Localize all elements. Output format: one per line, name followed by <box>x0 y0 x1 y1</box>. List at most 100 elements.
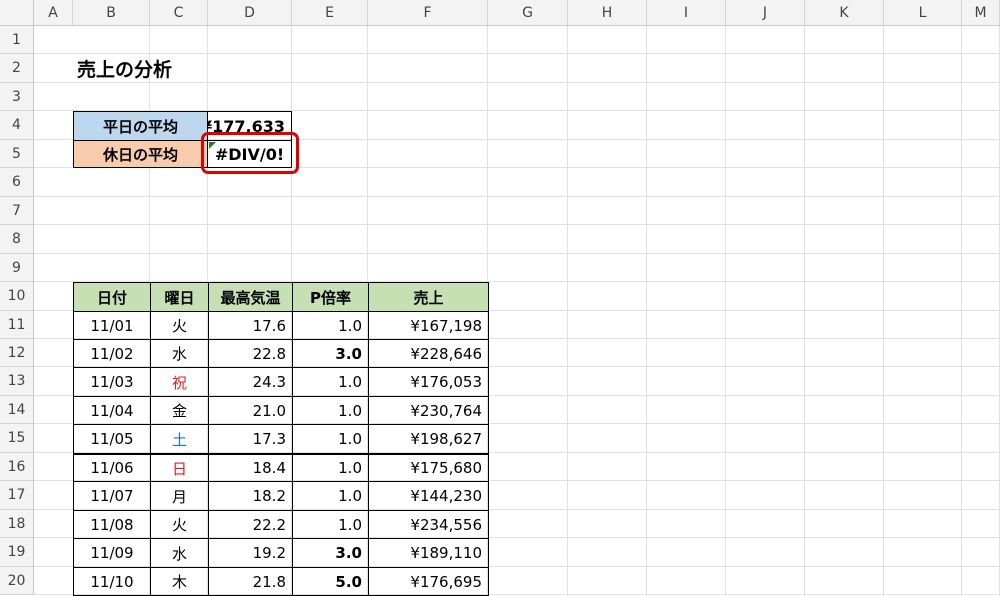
table-header-point-rate[interactable]: P倍率 <box>292 282 369 312</box>
row-header-6[interactable]: 6 <box>0 168 34 197</box>
table-cell-date[interactable]: 11/08 <box>73 510 151 539</box>
table-cell-point-rate[interactable]: 3.0 <box>292 538 369 568</box>
row-header-4[interactable]: 4 <box>0 111 34 140</box>
table-cell-weekday[interactable]: 水 <box>150 339 209 368</box>
table-cell-sales[interactable]: ¥176,695 <box>368 567 489 596</box>
row-header-13[interactable]: 13 <box>0 367 34 396</box>
column-header-H[interactable]: H <box>568 0 647 26</box>
table-cell-weekday[interactable]: 水 <box>150 538 209 568</box>
table-cell-max-temp[interactable]: 21.0 <box>208 396 293 425</box>
row-header-5[interactable]: 5 <box>0 140 34 168</box>
table-cell-weekday[interactable]: 火 <box>150 311 209 340</box>
table-cell-weekday[interactable]: 土 <box>150 424 209 454</box>
select-all-corner[interactable] <box>0 0 34 26</box>
table-cell-weekday[interactable]: 日 <box>150 453 209 482</box>
table-cell-date[interactable]: 11/10 <box>73 567 151 596</box>
table-cell-sales[interactable]: ¥230,764 <box>368 396 489 425</box>
row-header-11[interactable]: 11 <box>0 311 34 339</box>
row-header-7[interactable]: 7 <box>0 197 34 225</box>
column-header-J[interactable]: J <box>726 0 805 26</box>
row-header-16[interactable]: 16 <box>0 453 34 481</box>
row-header-14[interactable]: 14 <box>0 396 34 424</box>
column-header-G[interactable]: G <box>488 0 568 26</box>
table-cell-max-temp[interactable]: 22.8 <box>208 339 293 368</box>
gridline-vertical <box>646 26 647 596</box>
table-cell-max-temp[interactable]: 18.2 <box>208 481 293 511</box>
table-cell-weekday[interactable]: 金 <box>150 396 209 425</box>
table-cell-date[interactable]: 11/03 <box>73 367 151 397</box>
table-cell-point-rate[interactable]: 1.0 <box>292 510 369 539</box>
table-cell-sales[interactable]: ¥175,680 <box>368 453 489 482</box>
row-header-19[interactable]: 19 <box>0 538 34 567</box>
table-cell-point-rate[interactable]: 1.0 <box>292 424 369 454</box>
table-cell-date[interactable]: 11/02 <box>73 339 151 368</box>
table-cell-point-rate[interactable]: 5.0 <box>292 567 369 596</box>
column-header-A[interactable]: A <box>34 0 73 26</box>
table-cell-point-rate[interactable]: 1.0 <box>292 481 369 511</box>
table-header-date[interactable]: 日付 <box>73 282 151 312</box>
summary-label-weekday[interactable]: 平日の平均 <box>73 111 208 141</box>
gridline-horizontal <box>34 253 1000 254</box>
gridline-vertical <box>883 26 884 596</box>
table-cell-date[interactable]: 11/04 <box>73 396 151 425</box>
table-cell-point-rate[interactable]: 1.0 <box>292 367 369 397</box>
row-header-20[interactable]: 20 <box>0 567 34 595</box>
sheet-title[interactable]: 売上の分析 <box>77 54 377 83</box>
table-cell-max-temp[interactable]: 17.6 <box>208 311 293 340</box>
table-header-weekday[interactable]: 曜日 <box>150 282 209 312</box>
table-cell-weekday[interactable]: 祝 <box>150 367 209 397</box>
column-header-F[interactable]: F <box>368 0 488 26</box>
table-cell-weekday[interactable]: 月 <box>150 481 209 511</box>
table-cell-date[interactable]: 11/01 <box>73 311 151 340</box>
table-cell-point-rate[interactable]: 1.0 <box>292 396 369 425</box>
table-cell-max-temp[interactable]: 17.3 <box>208 424 293 454</box>
table-cell-weekday[interactable]: 木 <box>150 567 209 596</box>
row-header-1[interactable]: 1 <box>0 26 34 54</box>
table-cell-weekday[interactable]: 火 <box>150 510 209 539</box>
column-header-E[interactable]: E <box>292 0 368 26</box>
row-header-17[interactable]: 17 <box>0 481 34 510</box>
gridline-horizontal <box>34 224 1000 225</box>
table-header-sales[interactable]: 売上 <box>368 282 489 312</box>
row-header-8[interactable]: 8 <box>0 225 34 254</box>
row-header-10[interactable]: 10 <box>0 282 34 311</box>
table-cell-point-rate[interactable]: 3.0 <box>292 339 369 368</box>
row-header-15[interactable]: 15 <box>0 424 34 453</box>
table-cell-point-rate[interactable]: 1.0 <box>292 453 369 482</box>
table-cell-date[interactable]: 11/06 <box>73 453 151 482</box>
table-cell-max-temp[interactable]: 19.2 <box>208 538 293 568</box>
table-cell-date[interactable]: 11/07 <box>73 481 151 511</box>
summary-label-holiday[interactable]: 休日の平均 <box>73 140 208 168</box>
table-cell-sales[interactable]: ¥234,556 <box>368 510 489 539</box>
row-header-2[interactable]: 2 <box>0 54 34 83</box>
row-header-3[interactable]: 3 <box>0 83 34 111</box>
table-cell-date[interactable]: 11/09 <box>73 538 151 568</box>
table-cell-sales[interactable]: ¥176,053 <box>368 367 489 397</box>
gridline-vertical <box>804 26 805 596</box>
table-cell-point-rate[interactable]: 1.0 <box>292 311 369 340</box>
column-header-D[interactable]: D <box>208 0 292 26</box>
table-cell-max-temp[interactable]: 22.2 <box>208 510 293 539</box>
column-header-I[interactable]: I <box>647 0 726 26</box>
table-cell-sales[interactable]: ¥198,627 <box>368 424 489 454</box>
table-cell-date[interactable]: 11/05 <box>73 424 151 454</box>
table-cell-sales[interactable]: ¥144,230 <box>368 481 489 511</box>
table-header-max-temp[interactable]: 最高気温 <box>208 282 293 312</box>
column-header-B[interactable]: B <box>73 0 150 26</box>
table-cell-max-temp[interactable]: 21.8 <box>208 567 293 596</box>
table-cell-max-temp[interactable]: 18.4 <box>208 453 293 482</box>
error-highlight-frame <box>201 132 299 174</box>
row-header-12[interactable]: 12 <box>0 339 34 367</box>
gridline-vertical <box>961 26 962 596</box>
column-header-K[interactable]: K <box>805 0 884 26</box>
table-cell-sales[interactable]: ¥189,110 <box>368 538 489 568</box>
row-header-18[interactable]: 18 <box>0 510 34 538</box>
column-header-C[interactable]: C <box>150 0 208 26</box>
table-cell-max-temp[interactable]: 24.3 <box>208 367 293 397</box>
table-cell-sales[interactable]: ¥167,198 <box>368 311 489 340</box>
table-cell-sales[interactable]: ¥228,646 <box>368 339 489 368</box>
column-header-L[interactable]: L <box>884 0 962 26</box>
column-header-M[interactable]: M <box>962 0 1000 26</box>
gridline-horizontal <box>34 196 1000 197</box>
row-header-9[interactable]: 9 <box>0 254 34 282</box>
